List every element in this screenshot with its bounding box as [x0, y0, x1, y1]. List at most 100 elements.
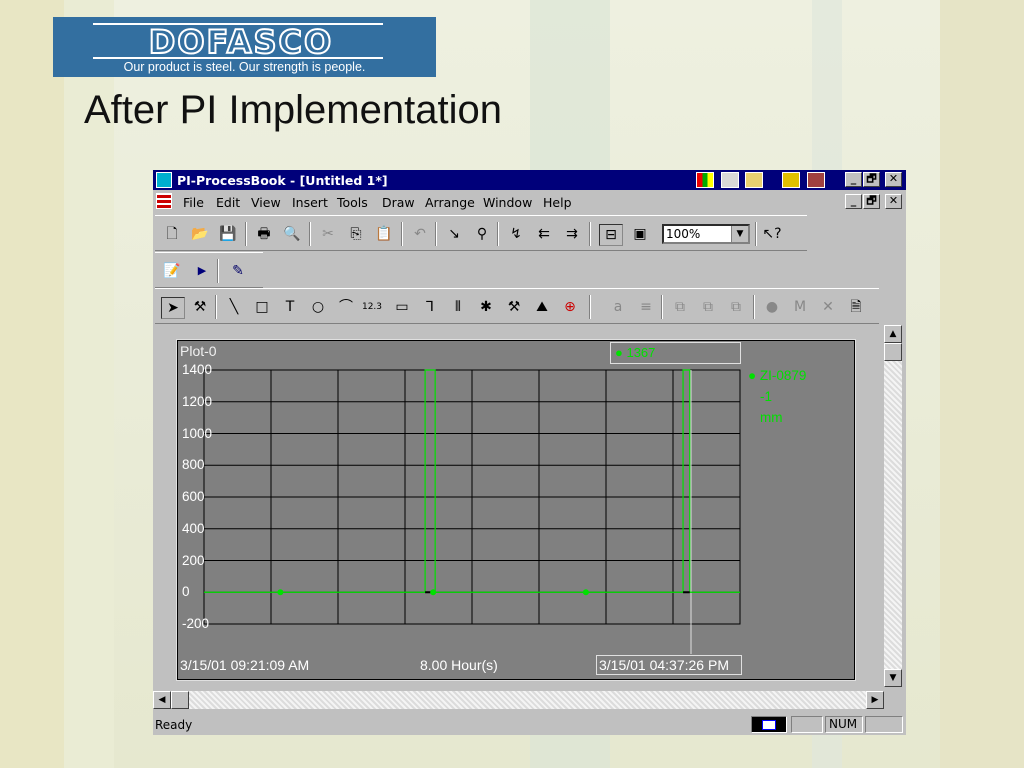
x-icon[interactable]: ✕	[817, 297, 839, 317]
legend-unit: mm	[760, 410, 783, 425]
context-help-icon[interactable]: ↖?	[761, 224, 783, 244]
properties-icon[interactable]: 🗎	[845, 297, 867, 317]
arc-icon[interactable]: ⌒	[335, 297, 357, 317]
title-bar[interactable]: PI-ProcessBook - [Untitled 1*] _ 🗗 ✕	[153, 170, 906, 190]
select-arrow-icon[interactable]: ➤	[161, 297, 185, 319]
build-icon[interactable]: ⇇	[533, 224, 555, 244]
group-icon[interactable]: ⧉	[669, 297, 691, 317]
separator	[753, 295, 755, 319]
print-icon[interactable]: 🖶	[253, 224, 275, 244]
menu-edit[interactable]: Edit	[216, 195, 240, 210]
scroll-right-icon[interactable]: ▶	[866, 691, 884, 709]
separator	[589, 222, 591, 246]
edit-icon[interactable]: ✎	[227, 261, 249, 281]
regroup-icon[interactable]: ⧉	[725, 297, 747, 317]
open-script-icon[interactable]: 📝	[161, 261, 183, 281]
mode-indicator-icon	[762, 720, 776, 730]
vertical-scrollbar[interactable]: ▲ ▼	[884, 325, 902, 687]
scroll-left-icon[interactable]: ◀	[153, 691, 171, 709]
legend-value: -1	[760, 389, 773, 404]
scroll-thumb-h[interactable]	[171, 691, 189, 709]
cut-icon[interactable]: ✂	[317, 224, 339, 244]
target-icon[interactable]: ⊕	[559, 297, 581, 317]
tools-app-icon[interactable]	[807, 172, 825, 188]
plot-title: Plot-0	[180, 343, 217, 359]
trend-icon[interactable]: ↯	[505, 224, 527, 244]
zoom-select[interactable]: 100% ▼	[662, 224, 750, 244]
chart-app-icon[interactable]	[782, 172, 800, 188]
ellipse-icon[interactable]: ○	[307, 297, 329, 317]
y-tick-label: 1400	[182, 362, 213, 377]
doc-restore-button[interactable]: 🗗	[863, 194, 880, 209]
menu-tools[interactable]: Tools	[337, 195, 368, 210]
hammer-icon[interactable]: ⚒	[189, 297, 211, 317]
build2-icon[interactable]: ⇉	[561, 224, 583, 244]
bar-icon[interactable]: ⫴	[447, 297, 469, 317]
text-icon[interactable]: T	[279, 297, 301, 317]
y-tick-label: 1200	[182, 393, 213, 409]
separator	[497, 222, 499, 246]
font-icon[interactable]: a	[607, 297, 629, 317]
windows-flag-icon[interactable]	[696, 172, 714, 188]
tools-icon[interactable]: ⚒	[503, 297, 525, 317]
minimize-button[interactable]: _	[845, 172, 862, 187]
symbol-icon[interactable]: ⅂	[419, 297, 441, 317]
y-tick-label: 1000	[182, 425, 213, 441]
open-folder-icon[interactable]: 📂	[189, 224, 211, 244]
binoculars-icon[interactable]: ⚲	[471, 224, 493, 244]
horizontal-scrollbar[interactable]: ◀ ▶	[153, 691, 884, 709]
scroll-up-icon[interactable]: ▲	[884, 325, 902, 343]
folder-icon[interactable]	[745, 172, 763, 188]
menu-file[interactable]: File	[183, 195, 204, 210]
m-icon[interactable]: M	[789, 297, 811, 317]
button-icon[interactable]: ▭	[391, 297, 413, 317]
menu-arrange[interactable]: Arrange	[425, 195, 475, 210]
menu-help[interactable]: Help	[543, 195, 572, 210]
background-stripe	[0, 0, 64, 768]
line-icon[interactable]: ╲	[223, 297, 245, 317]
lines-icon[interactable]: ≡	[635, 297, 657, 317]
value-icon[interactable]: 12.3	[361, 297, 383, 317]
trend-plot[interactable]: Plot-0 ● 1367 ● ZI-0879 -1 mm 1400 1200 10…	[176, 339, 856, 681]
restore-button[interactable]: 🗗	[863, 172, 880, 187]
print-preview-icon[interactable]: 🔍	[281, 224, 303, 244]
undo-icon[interactable]: ↶	[409, 224, 431, 244]
display-icon[interactable]: ▣	[629, 224, 651, 244]
y-tick-label: 600	[182, 489, 205, 504]
close-button[interactable]: ✕	[885, 172, 902, 187]
menu-view[interactable]: View	[251, 195, 281, 210]
doc-minimize-button[interactable]: _	[845, 194, 862, 209]
cursor-value: 1367	[626, 345, 656, 360]
logo-tagline: Our product is steel. Our strength is pe…	[123, 60, 366, 74]
separator	[401, 222, 403, 246]
trend-chart-icon[interactable]: ⛰	[531, 297, 553, 317]
scroll-thumb[interactable]	[884, 343, 902, 361]
toolbar-icon[interactable]: ⊟	[599, 224, 623, 246]
doc-close-button[interactable]: ✕	[885, 194, 902, 209]
new-file-icon[interactable]: 🗋	[161, 224, 183, 244]
separator	[589, 295, 591, 319]
menu-insert[interactable]: Insert	[292, 195, 328, 210]
scroll-down-icon[interactable]: ▼	[884, 669, 902, 687]
copy-icon[interactable]: ⎘	[345, 224, 367, 244]
graph-icon[interactable]: ✱	[475, 297, 497, 317]
circle-icon[interactable]: ●	[761, 297, 783, 317]
zoom-value: 100%	[666, 227, 701, 241]
rectangle-icon[interactable]: □	[251, 297, 273, 317]
chevron-down-icon[interactable]: ▼	[731, 226, 748, 242]
y-tick-label: 200	[182, 552, 205, 568]
play-icon[interactable]: ▶	[191, 261, 213, 281]
notepad-icon[interactable]	[721, 172, 739, 188]
run-mode-icon[interactable]: ↘	[443, 224, 465, 244]
separator	[661, 295, 663, 319]
ungroup-icon[interactable]: ⧉	[697, 297, 719, 317]
script-toolbar: 📝 ▶ ✎	[155, 252, 263, 288]
document-icon[interactable]	[156, 193, 172, 209]
separator	[215, 295, 217, 319]
status-box-empty	[865, 716, 903, 733]
background-stripe	[940, 0, 1024, 768]
paste-icon[interactable]: 📋	[373, 224, 395, 244]
save-icon[interactable]: 💾	[217, 224, 239, 244]
menu-window[interactable]: Window	[483, 195, 532, 210]
menu-draw[interactable]: Draw	[382, 195, 415, 210]
